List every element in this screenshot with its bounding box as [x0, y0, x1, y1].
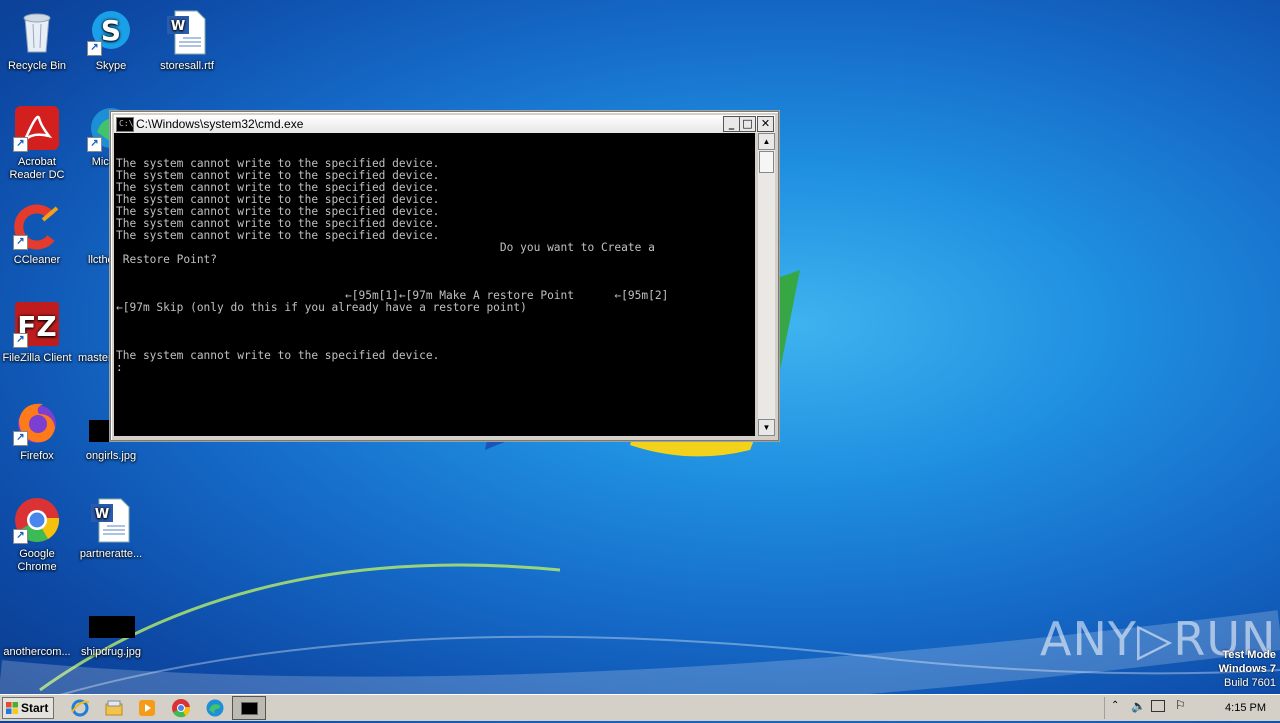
desktop-icon-filezilla[interactable]: FZ ↗ FileZilla Client — [0, 300, 74, 365]
desktop-icon-label: CCleaner — [13, 254, 61, 266]
scroll-up-arrow-icon[interactable]: ▲ — [758, 133, 775, 150]
show-hidden-icons-chevron-icon[interactable]: ⌃ — [1111, 700, 1119, 711]
desktop-icon-recycle-bin[interactable]: Recycle Bin — [0, 8, 74, 73]
desktop-icon-partneratte[interactable]: W partneratte... — [74, 496, 148, 561]
start-label: Start — [21, 701, 49, 715]
word-document-icon: W — [163, 8, 211, 56]
maximize-button[interactable]: □ — [739, 116, 756, 132]
word-document-icon: W — [87, 496, 135, 544]
desktop-icon-label: Google Chrome — [17, 548, 57, 573]
cmd-window[interactable]: C:\ C:\Windows\system32\cmd.exe _ □ ✕ Th… — [110, 111, 779, 441]
desktop-icon-acrobat[interactable]: ↗ Acrobat Reader DC — [0, 104, 74, 182]
shortcut-arrow-icon: ↗ — [87, 41, 102, 56]
network-icon[interactable] — [1151, 700, 1165, 712]
scroll-down-arrow-icon[interactable]: ▼ — [758, 419, 775, 436]
desktop-icon-label: anothercom... — [3, 646, 71, 658]
cmd-window-title: C:\Windows\system32\cmd.exe — [136, 117, 304, 131]
taskbar-ie-icon[interactable] — [70, 698, 90, 718]
svg-text:W: W — [95, 507, 109, 522]
desktop-icon-firefox[interactable]: ↗ Firefox — [0, 398, 74, 463]
desktop-icon-storesall[interactable]: W storesall.rtf — [150, 8, 224, 73]
chrome-icon: ↗ — [13, 496, 61, 544]
desktop-icon-label: Acrobat Reader DC — [9, 156, 65, 181]
acrobat-icon: ↗ — [13, 104, 61, 152]
desktop-icon-label: ongirls.jpg — [85, 450, 137, 462]
desktop-icon-label: shipdrug.jpg — [81, 646, 141, 658]
watermark-line-2: Windows 7 — [1218, 663, 1276, 675]
cmd-output-text: The system cannot write to the specified… — [116, 157, 669, 374]
desktop-icon-ccleaner[interactable]: ↗ CCleaner — [0, 202, 74, 267]
skype-icon: S ↗ — [87, 8, 135, 56]
windows-test-mode-watermark: Test Mode Windows 7 Build 7601 — [1219, 648, 1276, 690]
watermark-line-3: Build 7601 — [1224, 677, 1276, 689]
shortcut-arrow-icon: ↗ — [13, 333, 28, 348]
firefox-icon: ↗ — [13, 398, 61, 446]
shortcut-arrow-icon: ↗ — [13, 431, 28, 446]
cmd-title-bar[interactable]: C:\ C:\Windows\system32\cmd.exe _ □ ✕ — [114, 115, 775, 133]
recycle-bin-icon — [13, 8, 61, 56]
desktop-icon-label: Firefox — [20, 450, 54, 462]
desktop-icon-label: FileZilla Client — [2, 352, 72, 364]
shortcut-arrow-icon: ↗ — [13, 529, 28, 544]
svg-text:W: W — [171, 19, 185, 34]
cmd-taskbar-icon — [241, 702, 258, 715]
start-button[interactable]: Start — [2, 697, 54, 719]
close-button[interactable]: ✕ — [757, 116, 774, 132]
filezilla-icon: FZ ↗ — [13, 300, 61, 348]
clock[interactable]: 4:15 PM — [1225, 702, 1266, 714]
image-thumbnail-icon — [87, 594, 135, 642]
cmd-window-icon: C:\ — [116, 117, 134, 132]
desktop-icon-shipdrug[interactable]: shipdrug.jpg — [74, 594, 148, 659]
action-center-flag-icon[interactable]: ⚐ — [1175, 698, 1186, 712]
shortcut-arrow-icon: ↗ — [87, 137, 102, 152]
desktop-icon-label: Skype — [95, 60, 127, 72]
windows-flag-icon — [6, 702, 18, 714]
ccleaner-icon: ↗ — [13, 202, 61, 250]
svg-text:S: S — [101, 14, 121, 47]
taskbar-edge-icon[interactable] — [205, 698, 225, 718]
desktop-icon-skype[interactable]: S ↗ Skype — [74, 8, 148, 73]
taskbar-explorer-icon[interactable] — [104, 698, 124, 718]
taskbar-cmd-button[interactable] — [232, 696, 266, 720]
volume-icon[interactable]: 🔈 — [1131, 699, 1146, 713]
taskbar-chrome-icon[interactable] — [171, 698, 191, 718]
desktop-icon-anothercom[interactable]: anothercom... — [0, 594, 74, 659]
desktop-icon-chrome[interactable]: ↗ Google Chrome — [0, 496, 74, 574]
desktop-icon-label: storesall.rtf — [160, 60, 214, 72]
minimize-button[interactable]: _ — [723, 116, 740, 132]
shortcut-arrow-icon: ↗ — [13, 137, 28, 152]
shortcut-arrow-icon: ↗ — [13, 235, 28, 250]
desktop-icon-label: partneratte... — [79, 548, 143, 560]
file-icon — [13, 594, 61, 642]
desktop-icon-label: Recycle Bin — [7, 60, 67, 72]
scroll-thumb[interactable] — [759, 151, 774, 173]
taskbar-media-player-icon[interactable] — [137, 698, 157, 718]
cmd-vertical-scrollbar[interactable]: ▲ ▼ — [758, 133, 775, 436]
system-tray: ⌃ 🔈 ⚐ 4:15 PM — [1104, 697, 1280, 719]
watermark-line-1: Test Mode — [1222, 649, 1276, 661]
cmd-console-output[interactable]: The system cannot write to the specified… — [114, 133, 755, 436]
taskbar: Start ⌃ 🔈 ⚐ 4:15 PM — [0, 694, 1280, 721]
